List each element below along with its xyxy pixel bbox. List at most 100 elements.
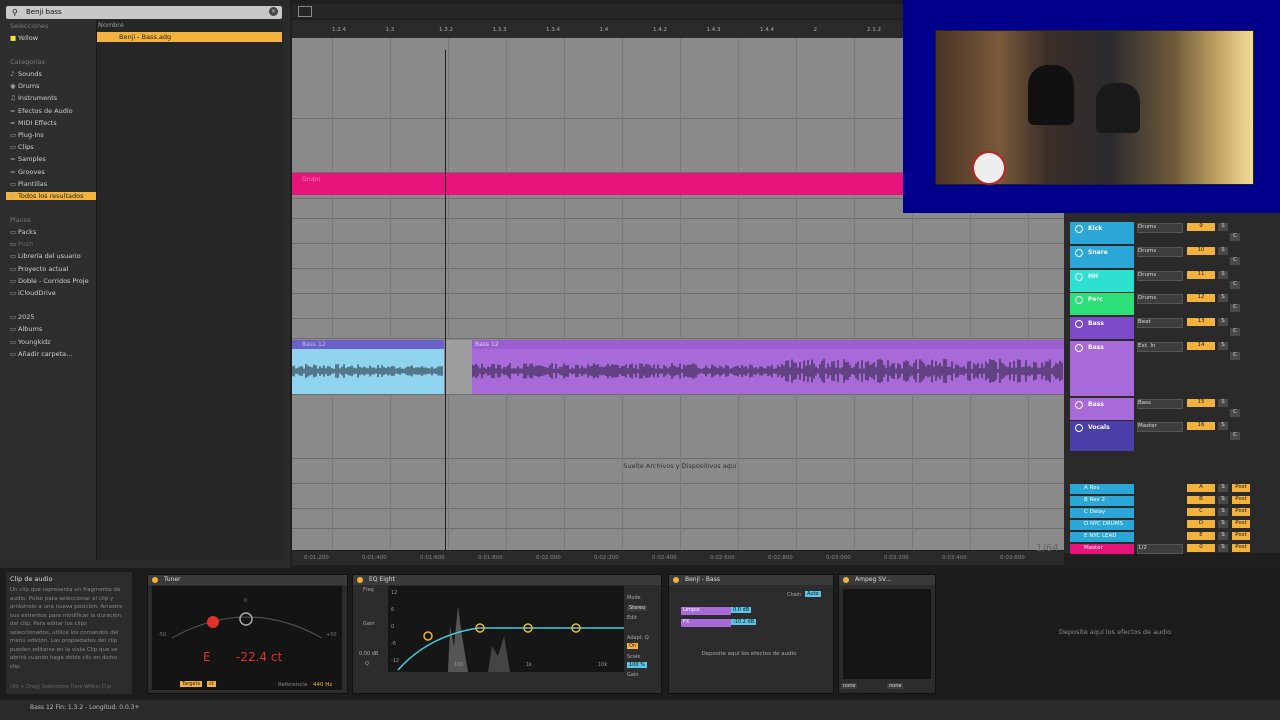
solo-button[interactable]: S xyxy=(1218,247,1228,255)
mixer-track-kick[interactable]: Kick xyxy=(1070,222,1134,244)
device-header[interactable]: Ampeg SV... xyxy=(839,575,935,585)
cue-button[interactable]: C xyxy=(1230,432,1240,440)
clip-header[interactable]: Bass 12 xyxy=(472,340,1064,349)
places-item[interactable]: ▭ Doble - Corridos Proje xyxy=(10,277,89,285)
collection-yellow[interactable]: ■ Yellow xyxy=(10,34,38,42)
return-activator[interactable]: 0 xyxy=(1187,544,1215,552)
category-item-clips[interactable]: ▭ Clips xyxy=(10,143,34,151)
return-activator[interactable]: E xyxy=(1187,532,1215,540)
track-fold-icon[interactable] xyxy=(1075,401,1083,409)
track-activator[interactable]: 15 xyxy=(1187,399,1215,407)
return-activator[interactable]: D xyxy=(1187,520,1215,528)
instrument-rack-device[interactable]: Benji - Bass Chain Auto Limpio 0.0 dB FX… xyxy=(668,574,834,694)
device-power-icon[interactable] xyxy=(152,577,158,583)
device-power-icon[interactable] xyxy=(673,577,679,583)
group-clip[interactable]: Grupo xyxy=(292,173,904,195)
loop-brace-icon[interactable] xyxy=(298,6,312,17)
solo-button[interactable]: S xyxy=(1218,422,1228,430)
return-track[interactable]: D NYC DRUMS xyxy=(1070,520,1134,530)
solo-button[interactable]: S xyxy=(1218,484,1228,492)
solo-button[interactable]: S xyxy=(1218,496,1228,504)
chain-auto-button[interactable]: Auto xyxy=(805,591,821,597)
mixer-track-hh[interactable]: HH xyxy=(1070,270,1134,292)
cue-button[interactable]: C xyxy=(1230,257,1240,265)
solo-button[interactable]: S xyxy=(1218,399,1228,407)
clear-search-icon[interactable]: × xyxy=(269,7,278,16)
return-activator[interactable]: C xyxy=(1187,508,1215,516)
track-activator[interactable]: 10 xyxy=(1187,247,1215,255)
cue-button[interactable]: C xyxy=(1230,352,1240,360)
audio-clip-2[interactable]: Bass 12 xyxy=(472,340,1064,394)
eq-scale-value[interactable]: 100 % xyxy=(627,662,647,668)
track-output-select[interactable]: Bass xyxy=(1137,399,1183,409)
time-ruler[interactable]: 0:01:200 0:01:400 0:01:600 0:01:800 0:02:000… xyxy=(292,551,1064,565)
audio-clip-1[interactable]: Bass 12 xyxy=(292,340,444,394)
tuner-reference-value[interactable]: 440 Hz xyxy=(313,682,332,688)
track-activator[interactable]: 9 xyxy=(1187,223,1215,231)
track-fold-icon[interactable] xyxy=(1075,273,1083,281)
device-header[interactable]: Tuner xyxy=(148,575,347,585)
return-activator[interactable]: A xyxy=(1187,484,1215,492)
ampeg-select-1[interactable]: none xyxy=(841,683,858,689)
track-fold-icon[interactable] xyxy=(1075,344,1083,352)
track-fold-icon[interactable] xyxy=(1075,225,1083,233)
eq-display[interactable]: 12 6 0 -6 -12 100 1k 10k xyxy=(388,586,624,672)
mixer-track-bass[interactable]: Bass xyxy=(1070,341,1134,396)
category-item-plantillas[interactable]: ▭ Plantillas xyxy=(10,180,47,188)
category-item-sounds[interactable]: ♪ Sounds xyxy=(10,70,42,78)
return-track[interactable]: B Rev 2 xyxy=(1070,496,1134,506)
track-activator[interactable]: 14 xyxy=(1187,342,1215,350)
column-header-name[interactable]: Nombre xyxy=(96,21,284,30)
mixer-track-bass[interactable]: Bass xyxy=(1070,398,1134,420)
empty-clip-slot[interactable] xyxy=(445,340,472,394)
chain-fx[interactable]: FX xyxy=(681,619,731,627)
post-button[interactable]: Post xyxy=(1232,532,1250,540)
eq-mode-select[interactable]: Stereo xyxy=(627,605,648,611)
mixer-track-snare[interactable]: Snare xyxy=(1070,246,1134,268)
cue-button[interactable]: C xyxy=(1230,304,1240,312)
category-item-instruments[interactable]: ♫ Instruments xyxy=(10,94,57,102)
tuner-mode-ct[interactable]: ct xyxy=(207,681,216,687)
file-item-selected[interactable]: Benji - Bass.adg xyxy=(97,32,282,42)
chain-fx-volume[interactable]: -10.2 dB xyxy=(731,619,757,625)
ampeg-device[interactable]: Ampeg SV... none none xyxy=(838,574,936,694)
mixer-track-vocals[interactable]: Vocals xyxy=(1070,421,1134,451)
track-output-select[interactable]: Drums xyxy=(1137,247,1183,257)
post-button[interactable]: Post xyxy=(1232,508,1250,516)
track-output-select[interactable]: Drums xyxy=(1137,271,1183,281)
places-item[interactable]: ▭ Youngkidz xyxy=(10,338,51,346)
category-item-plug-ins[interactable]: ▭ Plug-Ins xyxy=(10,131,44,139)
places-item[interactable]: ▭ Packs xyxy=(10,228,36,236)
solo-button[interactable]: S xyxy=(1218,520,1228,528)
track-output-select[interactable]: Drums xyxy=(1137,223,1183,233)
category-item-efectos-de-audio[interactable]: ≃ Efectos de Audio xyxy=(10,107,73,115)
solo-button[interactable]: S xyxy=(1218,508,1228,516)
cue-button[interactable]: C xyxy=(1230,233,1240,241)
post-button[interactable]: Post xyxy=(1232,520,1250,528)
track-fold-icon[interactable] xyxy=(1075,424,1083,432)
return-track[interactable]: Master xyxy=(1070,544,1134,554)
return-activator[interactable]: B xyxy=(1187,496,1215,504)
places-item[interactable]: ▭ Albums xyxy=(10,325,42,333)
tuner-mode-targets[interactable]: Targets xyxy=(180,681,203,687)
post-button[interactable]: Post xyxy=(1232,484,1250,492)
post-button[interactable]: Post xyxy=(1232,496,1250,504)
eq-adapt-toggle[interactable]: On xyxy=(627,643,639,649)
track-fold-icon[interactable] xyxy=(1075,249,1083,257)
places-item[interactable]: ▭ Librería del usuario xyxy=(10,252,81,260)
cue-button[interactable]: C xyxy=(1230,328,1240,336)
beat-ruler[interactable]: 1.2.4 1.3 1.3.2 1.3.3 1.3.4 1.4 1.4.2 1.4.3 1.4.… xyxy=(292,20,904,38)
solo-button[interactable]: S xyxy=(1218,544,1228,552)
cue-button[interactable]: C xyxy=(1230,409,1240,417)
solo-button[interactable]: S xyxy=(1218,318,1228,326)
device-power-icon[interactable] xyxy=(357,577,363,583)
category-item-drums[interactable]: ◉ Drums xyxy=(10,82,40,90)
places-item[interactable]: ▭ Añadir carpeta... xyxy=(10,350,72,358)
mixer-track-bass[interactable]: Bass xyxy=(1070,317,1134,339)
track-fold-icon[interactable] xyxy=(1075,320,1083,328)
return-track[interactable]: A Rev xyxy=(1070,484,1134,494)
device-header[interactable]: Benji - Bass xyxy=(669,575,833,585)
track-output-select[interactable]: Drums xyxy=(1137,294,1183,304)
category-item-grooves[interactable]: ≈ Grooves xyxy=(10,168,45,176)
chain-limpio[interactable]: Limpio xyxy=(681,607,731,615)
